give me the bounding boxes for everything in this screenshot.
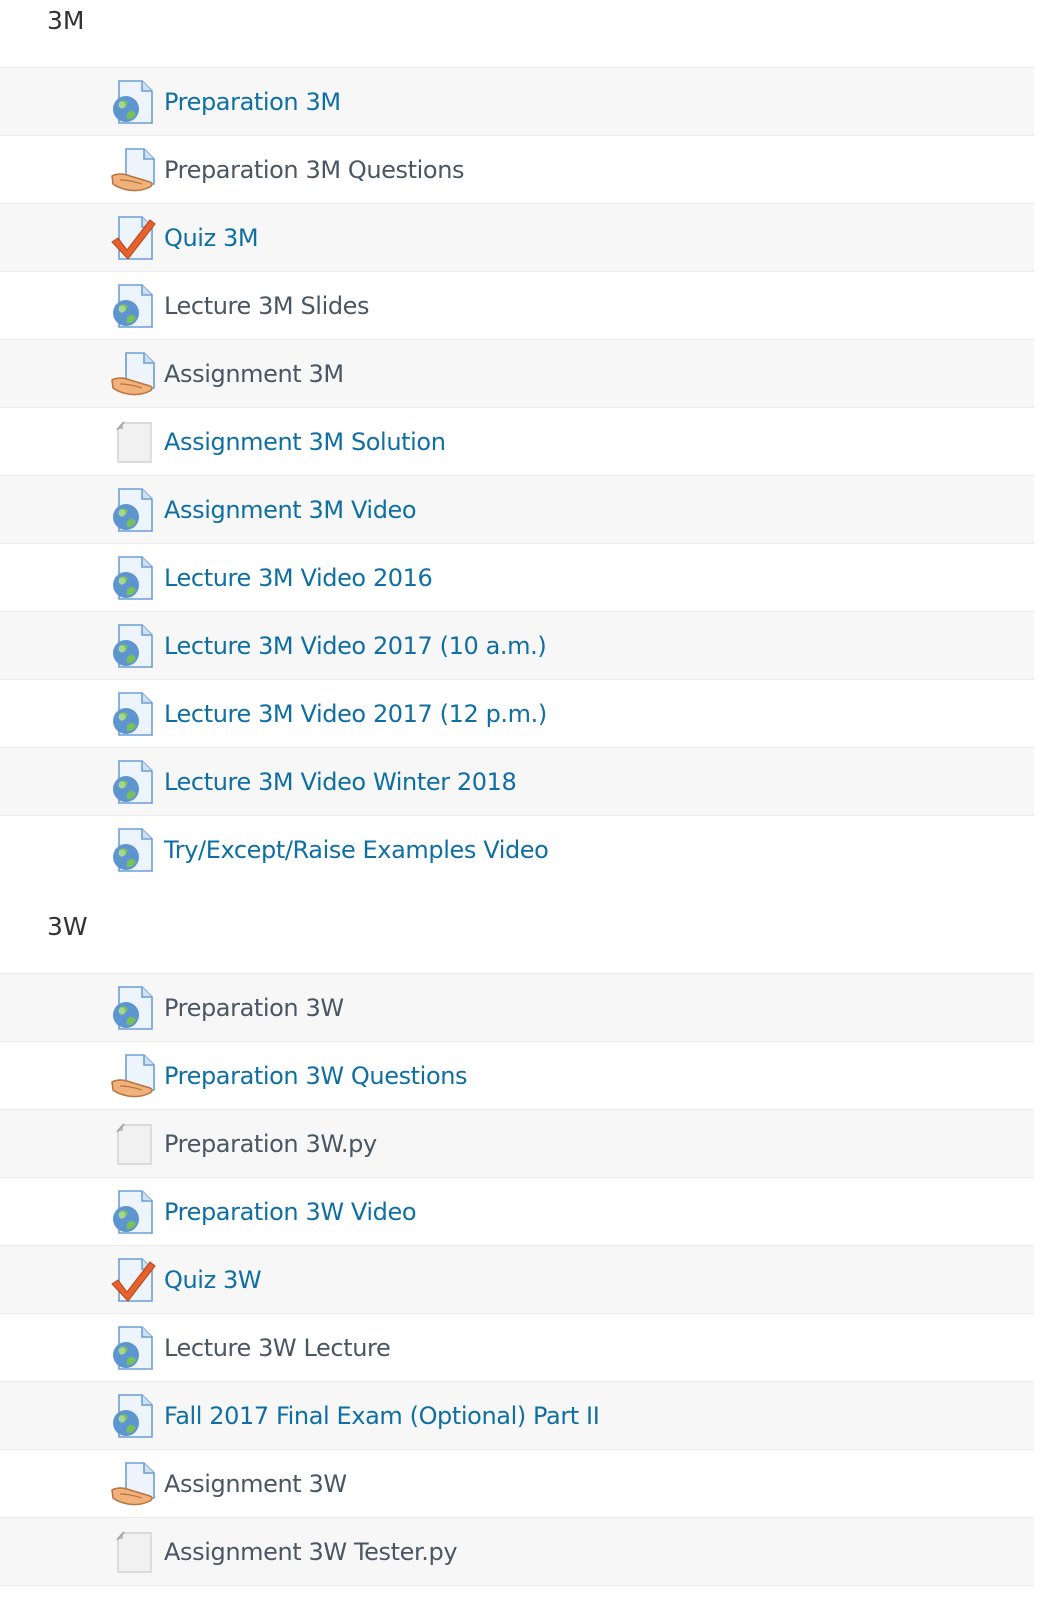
activity-row[interactable]: Assignment 3W Tester.py — [0, 1518, 1034, 1586]
file-icon — [110, 418, 156, 466]
activity-row[interactable]: Preparation 3W — [0, 974, 1034, 1042]
activity-link[interactable]: Lecture 3M Slides — [164, 292, 370, 320]
activity-row[interactable]: Lecture 3M Video 2017 (12 p.m.) — [0, 680, 1034, 748]
assignment-icon — [110, 1052, 156, 1100]
url-icon — [110, 690, 156, 738]
activity-row[interactable]: Try/Except/Raise Examples Video — [0, 816, 1034, 884]
activity-link[interactable]: Preparation 3M Questions — [164, 156, 465, 184]
activity-link[interactable]: Quiz 3M — [164, 224, 259, 252]
url-icon — [110, 1324, 156, 1372]
file-icon — [110, 1528, 156, 1576]
activity-row[interactable]: Preparation 3W Video — [0, 1178, 1034, 1246]
assignment-icon — [110, 1460, 156, 1508]
url-icon — [110, 622, 156, 670]
activity-link[interactable]: Quiz 3W — [164, 1266, 262, 1294]
url-icon — [110, 826, 156, 874]
activity-link[interactable]: Lecture 3M Video Winter 2018 — [164, 768, 517, 796]
activity-link[interactable]: Preparation 3W Video — [164, 1198, 417, 1226]
course-content: 3M Preparation 3M Preparation 3M Questio… — [0, 0, 1034, 1586]
activity-link[interactable]: Preparation 3W Questions — [164, 1062, 468, 1090]
assignment-icon — [110, 350, 156, 398]
activity-row[interactable]: Preparation 3M Questions — [0, 136, 1034, 204]
activity-row[interactable]: Quiz 3W — [0, 1246, 1034, 1314]
activity-link[interactable]: Try/Except/Raise Examples Video — [164, 836, 549, 864]
url-icon — [110, 486, 156, 534]
activity-row[interactable]: Assignment 3M Solution — [0, 408, 1034, 476]
activity-row[interactable]: Lecture 3M Video 2016 — [0, 544, 1034, 612]
quiz-icon — [110, 214, 156, 262]
section-title: 3M — [0, 0, 1034, 68]
url-icon — [110, 984, 156, 1032]
activity-row[interactable]: Preparation 3W.py — [0, 1110, 1034, 1178]
activity-link[interactable]: Lecture 3M Video 2017 (10 a.m.) — [164, 632, 547, 660]
file-icon — [110, 1120, 156, 1168]
activity-row[interactable]: Quiz 3M — [0, 204, 1034, 272]
activity-list: 3M Preparation 3M Preparation 3M Questio… — [0, 0, 1034, 1586]
url-icon — [110, 282, 156, 330]
activity-link[interactable]: Lecture 3W Lecture — [164, 1334, 391, 1362]
activity-row[interactable]: Lecture 3W Lecture — [0, 1314, 1034, 1382]
activity-row[interactable]: Assignment 3W — [0, 1450, 1034, 1518]
activity-link[interactable]: Assignment 3M — [164, 360, 344, 388]
section-title: 3W — [0, 884, 1034, 974]
activity-row[interactable]: Preparation 3M — [0, 68, 1034, 136]
activity-link[interactable]: Preparation 3M — [164, 88, 341, 116]
url-icon — [110, 758, 156, 806]
activity-link[interactable]: Lecture 3M Video 2016 — [164, 564, 433, 592]
activity-row[interactable]: Lecture 3M Video 2017 (10 a.m.) — [0, 612, 1034, 680]
activity-row[interactable]: Lecture 3M Video Winter 2018 — [0, 748, 1034, 816]
quiz-icon — [110, 1256, 156, 1304]
activity-row[interactable]: Assignment 3M — [0, 340, 1034, 408]
url-icon — [110, 1188, 156, 1236]
activity-link[interactable]: Assignment 3M Video — [164, 496, 417, 524]
activity-row[interactable]: Lecture 3M Slides — [0, 272, 1034, 340]
url-icon — [110, 554, 156, 602]
activity-link[interactable]: Assignment 3M Solution — [164, 428, 446, 456]
activity-link[interactable]: Fall 2017 Final Exam (Optional) Part II — [164, 1402, 600, 1430]
activity-link[interactable]: Preparation 3W.py — [164, 1130, 377, 1158]
activity-link[interactable]: Assignment 3W — [164, 1470, 347, 1498]
url-icon — [110, 78, 156, 126]
assignment-icon — [110, 146, 156, 194]
url-icon — [110, 1392, 156, 1440]
activity-row[interactable]: Preparation 3W Questions — [0, 1042, 1034, 1110]
activity-link[interactable]: Assignment 3W Tester.py — [164, 1538, 458, 1566]
activity-link[interactable]: Lecture 3M Video 2017 (12 p.m.) — [164, 700, 547, 728]
activity-row[interactable]: Fall 2017 Final Exam (Optional) Part II — [0, 1382, 1034, 1450]
activity-row[interactable]: Assignment 3M Video — [0, 476, 1034, 544]
activity-link[interactable]: Preparation 3W — [164, 994, 344, 1022]
